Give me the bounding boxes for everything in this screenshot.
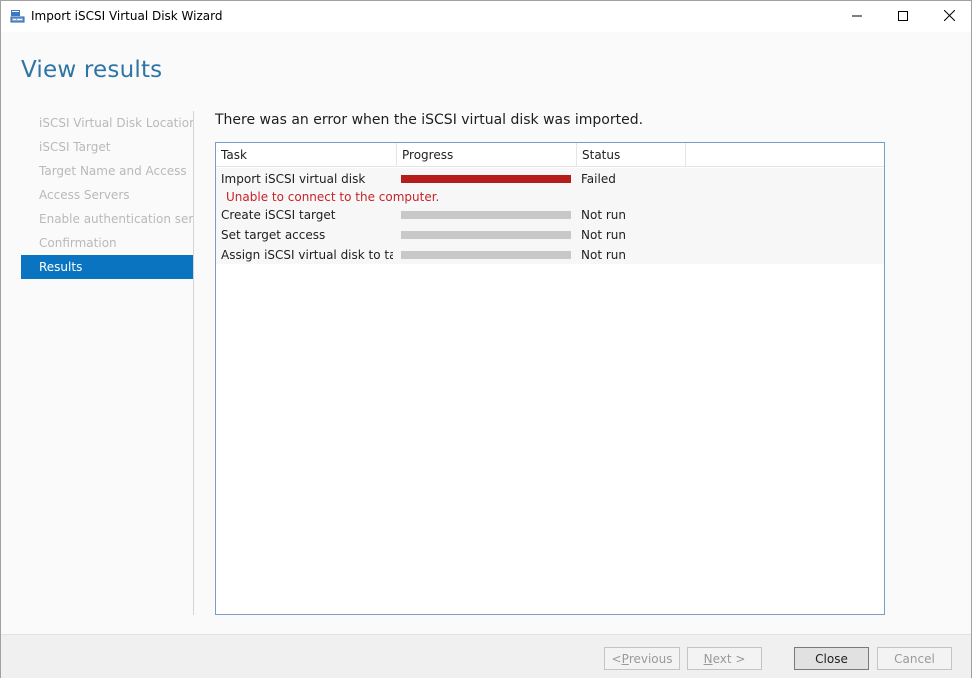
minimize-button[interactable] [834, 1, 880, 32]
title-bar: Import iSCSI Virtual Disk Wizard [1, 1, 971, 32]
status-text: Not run [581, 208, 626, 222]
table-row[interactable]: Create iSCSI target Not run [216, 204, 884, 224]
table-row[interactable]: Assign iSCSI virtual disk to target Not … [216, 244, 884, 264]
error-message: Unable to connect to the computer. [226, 190, 440, 204]
task-name: Create iSCSI target [221, 208, 336, 222]
step-target-name-access: Target Name and Access [39, 164, 187, 178]
step-confirmation: Confirmation [39, 236, 117, 250]
window-title: Import iSCSI Virtual Disk Wizard [31, 9, 223, 23]
maximize-button[interactable] [880, 1, 926, 32]
progress-bar [401, 231, 571, 239]
table-header: Task Progress Status [216, 143, 884, 167]
step-enable-authentication: Enable authentication ser... [39, 212, 193, 226]
step-access-servers: Access Servers [39, 188, 130, 202]
progress-bar [401, 175, 571, 183]
wizard-footer: < Previous Next > Close Cancel [1, 634, 971, 678]
cancel-button[interactable]: Cancel [877, 647, 952, 670]
task-name: Set target access [221, 228, 326, 242]
next-button[interactable]: Next > [687, 647, 762, 670]
close-button[interactable]: Close [794, 647, 869, 670]
column-header-status[interactable]: Status [577, 143, 686, 167]
task-name: Assign iSCSI virtual disk to target [221, 248, 393, 262]
status-text: Failed [581, 172, 616, 186]
results-table: Task Progress Status Import iSCSI virtua… [215, 142, 885, 615]
result-message: There was an error when the iSCSI virtua… [215, 112, 644, 128]
previous-button[interactable]: < Previous [604, 647, 680, 670]
sidebar-divider [193, 111, 194, 615]
table-rows: Import iSCSI virtual disk Unable to conn… [216, 168, 884, 264]
wizard-steps-sidebar: iSCSI Virtual Disk Location iSCSI Target… [21, 111, 193, 279]
wizard-window: Import iSCSI Virtual Disk Wizard View re… [0, 0, 972, 678]
page-title: View results [21, 57, 163, 83]
step-results[interactable]: Results [21, 255, 193, 279]
step-virtual-disk-location: iSCSI Virtual Disk Location [39, 116, 193, 130]
table-row[interactable]: Set target access Not run [216, 224, 884, 244]
column-header-task[interactable]: Task [216, 143, 397, 167]
task-name: Import iSCSI virtual disk [221, 172, 366, 186]
status-text: Not run [581, 228, 626, 242]
table-row[interactable]: Import iSCSI virtual disk Unable to conn… [216, 168, 884, 204]
column-header-progress[interactable]: Progress [397, 143, 577, 167]
close-window-button[interactable] [926, 1, 972, 32]
progress-bar [401, 251, 571, 259]
maximize-icon [898, 10, 908, 24]
status-text: Not run [581, 248, 626, 262]
close-icon [943, 9, 955, 24]
minimize-icon [852, 10, 862, 24]
wizard-app-icon [10, 9, 25, 24]
step-iscsi-target: iSCSI Target [39, 140, 111, 154]
progress-bar [401, 211, 571, 219]
